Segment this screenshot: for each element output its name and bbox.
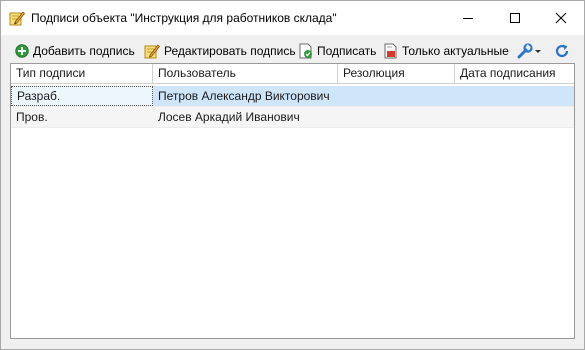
document-red-icon bbox=[384, 43, 397, 59]
pencil-notebook-icon bbox=[144, 44, 160, 59]
only-actual-button[interactable]: Только актуальные bbox=[384, 41, 509, 61]
add-signature-label: Добавить подпись bbox=[33, 44, 135, 58]
cell-sign-date[interactable] bbox=[455, 107, 574, 127]
table-header: Тип подписи Пользователь Резолюция Дата … bbox=[11, 64, 574, 84]
toolbar: Добавить подпись Редактировать подпись П… bbox=[1, 39, 584, 63]
pencil-notebook-icon bbox=[9, 10, 25, 26]
wrench-dropdown-icon bbox=[517, 43, 541, 59]
column-header-resolution[interactable]: Резолюция bbox=[338, 64, 455, 83]
cell-signature-type[interactable]: Разраб. bbox=[11, 86, 153, 106]
cell-resolution[interactable] bbox=[338, 86, 455, 106]
sign-label: Подписать bbox=[317, 44, 377, 58]
column-header-signature-type[interactable]: Тип подписи bbox=[11, 64, 153, 83]
refresh-icon bbox=[555, 44, 569, 58]
cell-resolution[interactable] bbox=[338, 107, 455, 127]
maximize-button[interactable] bbox=[492, 1, 538, 35]
refresh-button[interactable] bbox=[554, 41, 574, 61]
sign-button[interactable]: Подписать bbox=[299, 41, 376, 61]
table-row[interactable]: Пров. Лосев Аркадий Иванович bbox=[11, 107, 574, 128]
cell-user[interactable]: Лосев Аркадий Иванович bbox=[153, 107, 338, 127]
title-bar[interactable]: Подписи объекта "Инструкция для работник… bbox=[1, 1, 584, 35]
close-button[interactable] bbox=[538, 1, 584, 35]
maximize-icon bbox=[510, 13, 520, 23]
cell-signature-type[interactable]: Пров. bbox=[11, 107, 153, 127]
cell-user[interactable]: Петров Александр Викторович bbox=[153, 86, 338, 106]
minimize-icon bbox=[463, 18, 473, 19]
table-row[interactable]: Разраб. Петров Александр Викторович bbox=[11, 86, 574, 107]
column-header-user[interactable]: Пользователь bbox=[153, 64, 338, 83]
cell-sign-date[interactable] bbox=[455, 86, 574, 106]
window-title: Подписи объекта "Инструкция для работник… bbox=[31, 11, 337, 25]
edit-signature-label: Редактировать подпись bbox=[164, 44, 296, 58]
only-actual-label: Только актуальные bbox=[402, 44, 509, 58]
edit-signature-button[interactable]: Редактировать подпись bbox=[144, 41, 296, 61]
close-icon bbox=[555, 12, 567, 24]
add-signature-button[interactable]: Добавить подпись bbox=[15, 41, 135, 61]
tools-dropdown-button[interactable] bbox=[516, 41, 546, 61]
document-check-icon bbox=[299, 43, 312, 59]
column-header-sign-date[interactable]: Дата подписания bbox=[455, 64, 574, 83]
signatures-table: Тип подписи Пользователь Резолюция Дата … bbox=[10, 63, 575, 339]
minimize-button[interactable] bbox=[445, 1, 491, 35]
signatures-window: Подписи объекта "Инструкция для работник… bbox=[0, 0, 585, 350]
green-plus-icon bbox=[15, 44, 29, 58]
